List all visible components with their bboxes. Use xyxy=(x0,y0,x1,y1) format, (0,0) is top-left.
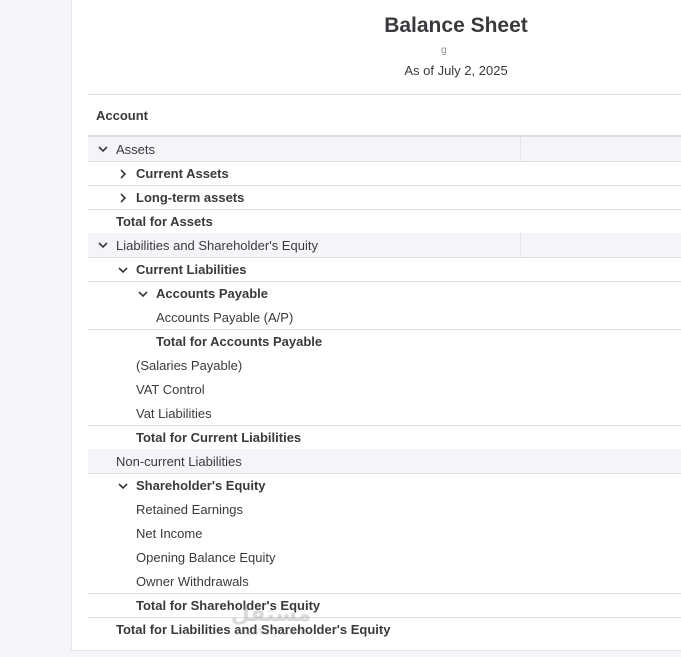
row-shareholders-equity[interactable]: Shareholder's Equity xyxy=(88,473,681,497)
balance-sheet-report: Balance Sheet g As of July 2, 2025 Accou… xyxy=(71,0,681,651)
row-vat-liabilities[interactable]: Vat Liabilities xyxy=(88,401,681,425)
row-assets[interactable]: Assets xyxy=(88,137,681,161)
row-label: Net Income xyxy=(136,525,203,541)
report-table: Account Assets Current Assets Long-term … xyxy=(88,94,681,641)
chevron-down-icon[interactable] xyxy=(96,142,110,156)
report-title: Balance Sheet xyxy=(384,14,528,37)
row-label: Total for Liabilities and Shareholder's … xyxy=(116,622,391,637)
row-label: Owner Withdrawals xyxy=(136,573,249,589)
row-label: VAT Control xyxy=(136,381,205,397)
row-accounts-payable[interactable]: Accounts Payable xyxy=(88,281,681,305)
row-total-assets: Total for Assets xyxy=(88,209,681,233)
row-label: Shareholder's Equity xyxy=(136,478,266,493)
row-salaries-payable[interactable]: (Salaries Payable) xyxy=(88,353,681,377)
row-long-term-assets[interactable]: Long-term assets xyxy=(88,185,681,209)
row-label: Assets xyxy=(116,141,156,157)
row-label: Retained Earnings xyxy=(136,501,243,517)
column-header-account[interactable]: Account xyxy=(88,95,681,137)
row-non-current-liabilities[interactable]: Non-current Liabilities xyxy=(88,449,681,473)
row-label: Current Liabilities xyxy=(136,262,247,277)
row-liabilities-equity[interactable]: Liabilities and Shareholder's Equity xyxy=(88,233,681,257)
row-current-assets[interactable]: Current Assets xyxy=(88,161,681,185)
row-label: Total for Assets xyxy=(116,214,213,229)
chevron-down-icon[interactable] xyxy=(116,263,130,277)
row-vat-control[interactable]: VAT Control xyxy=(88,377,681,401)
report-subtitle-fragment: g xyxy=(441,45,447,56)
row-owner-withdrawals[interactable]: Owner Withdrawals xyxy=(88,569,681,593)
column-divider xyxy=(520,137,521,161)
row-net-income[interactable]: Net Income xyxy=(88,521,681,545)
page: Balance Sheet g As of July 2, 2025 Accou… xyxy=(0,0,681,657)
row-label: Liabilities and Shareholder's Equity xyxy=(116,237,318,253)
row-accounts-payable-ap[interactable]: Accounts Payable (A/P) xyxy=(88,305,681,329)
row-total-liabilities-equity: Total for Liabilities and Shareholder's … xyxy=(88,617,681,641)
row-label: Non-current Liabilities xyxy=(116,453,242,469)
row-label: Opening Balance Equity xyxy=(136,549,276,565)
row-retained-earnings[interactable]: Retained Earnings xyxy=(88,497,681,521)
chevron-right-icon[interactable] xyxy=(116,191,130,205)
row-total-accounts-payable: Total for Accounts Payable xyxy=(88,329,681,353)
row-total-current-liabilities: Total for Current Liabilities xyxy=(88,425,681,449)
row-label: Total for Current Liabilities xyxy=(136,430,302,445)
chevron-down-icon[interactable] xyxy=(96,238,110,252)
row-label: Current Assets xyxy=(136,166,229,181)
row-current-liabilities[interactable]: Current Liabilities xyxy=(88,257,681,281)
chevron-down-icon[interactable] xyxy=(116,479,130,493)
row-label: Long-term assets xyxy=(136,190,245,205)
row-label: Accounts Payable (A/P) xyxy=(156,309,294,325)
chevron-right-icon[interactable] xyxy=(116,167,130,181)
row-label: Total for Shareholder's Equity xyxy=(136,598,321,613)
row-opening-balance-equity[interactable]: Opening Balance Equity xyxy=(88,545,681,569)
column-divider xyxy=(520,233,521,257)
row-label: Total for Accounts Payable xyxy=(156,334,323,349)
report-date: As of July 2, 2025 xyxy=(404,63,508,78)
row-label: (Salaries Payable) xyxy=(136,357,243,373)
row-label: Vat Liabilities xyxy=(136,405,212,421)
chevron-down-icon[interactable] xyxy=(136,287,150,301)
row-label: Accounts Payable xyxy=(156,286,268,301)
row-total-shareholders-equity: Total for Shareholder's Equity xyxy=(88,593,681,617)
